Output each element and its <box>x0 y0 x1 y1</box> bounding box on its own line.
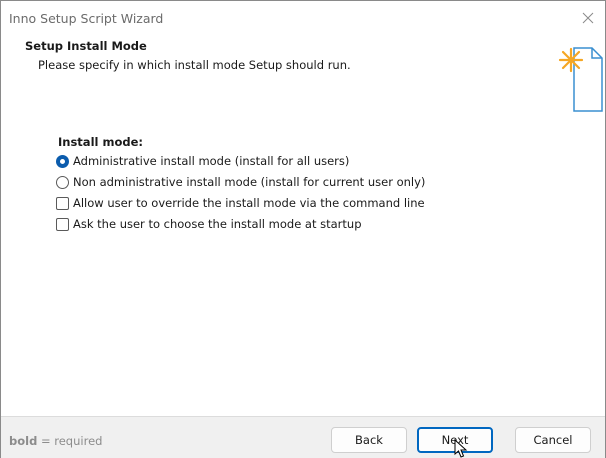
close-button[interactable] <box>573 3 603 33</box>
install-mode-label: Install mode: <box>58 135 143 149</box>
checkbox-unchecked-icon[interactable] <box>56 196 69 210</box>
title-bar: Inno Setup Script Wizard <box>1 1 605 35</box>
required-legend-text: = required <box>37 434 103 448</box>
checkbox-unchecked-icon[interactable] <box>56 217 69 231</box>
page-title: Setup Install Mode <box>25 39 147 53</box>
required-legend-bold: bold <box>9 434 38 448</box>
radio-checked-icon[interactable] <box>56 154 69 168</box>
next-button[interactable]: Next <box>417 427 493 453</box>
radio-non-administrative[interactable]: Non administrative install mode (install… <box>56 172 425 192</box>
window-title: Inno Setup Script Wizard <box>9 11 164 26</box>
radio-administrative[interactable]: Administrative install mode (install for… <box>56 151 349 171</box>
cancel-button[interactable]: Cancel <box>515 427 591 453</box>
close-icon <box>582 12 594 24</box>
footer-bar: bold = required Back Next Cancel <box>1 416 605 458</box>
wizard-window: Inno Setup Script Wizard Setup Install M… <box>0 0 606 458</box>
back-button[interactable]: Back <box>331 427 407 453</box>
radio-administrative-label: Administrative install mode (install for… <box>73 154 350 168</box>
checkbox-ask-at-startup[interactable]: Ask the user to choose the install mode … <box>56 214 362 234</box>
checkbox-ask-at-startup-label: Ask the user to choose the install mode … <box>73 217 362 231</box>
document-star-icon <box>558 47 603 112</box>
page-description: Please specify in which install mode Set… <box>38 58 351 72</box>
checkbox-allow-override[interactable]: Allow user to override the install mode … <box>56 193 425 213</box>
checkbox-allow-override-label: Allow user to override the install mode … <box>73 196 425 210</box>
required-legend: bold = required <box>9 434 102 448</box>
radio-unchecked-icon[interactable] <box>56 175 69 189</box>
radio-non-administrative-label: Non administrative install mode (install… <box>73 175 426 189</box>
